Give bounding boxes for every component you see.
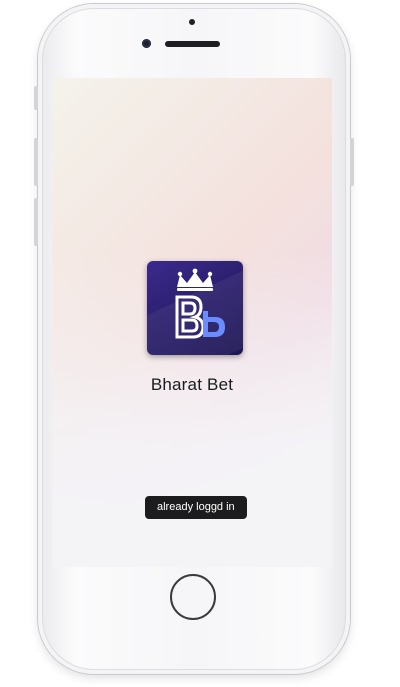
phone-screen: Bharat Bet already loggd in — [52, 78, 332, 567]
proximity-sensor — [189, 19, 195, 25]
logo-graphic — [175, 268, 225, 339]
volume-up-button — [34, 138, 38, 186]
volume-down-button — [34, 198, 38, 246]
front-camera-icon — [142, 39, 151, 48]
bharat-bet-logo-icon — [147, 261, 243, 355]
app-name-label: Bharat Bet — [150, 375, 234, 394]
toast-message: already loggd in — [145, 496, 247, 519]
earpiece-speaker — [165, 41, 220, 47]
home-button[interactable] — [170, 574, 216, 620]
power-button — [350, 138, 354, 186]
silent-switch — [34, 86, 38, 110]
